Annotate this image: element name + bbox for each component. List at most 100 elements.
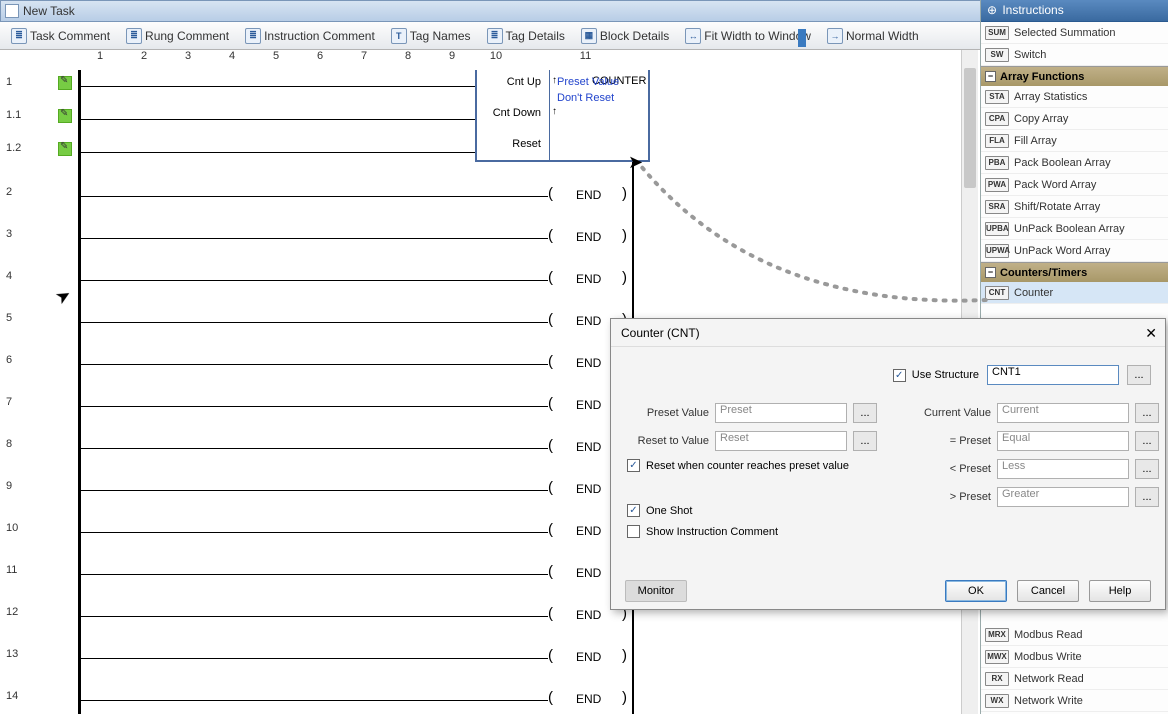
collapse-icon[interactable]: − <box>985 267 996 278</box>
browse-button[interactable]: ... <box>853 431 877 451</box>
block-param[interactable]: Don't Reset <box>557 92 614 104</box>
instruction-item[interactable]: SUMSelected Summation <box>981 22 1168 44</box>
rung-number: 1.2 <box>6 142 21 154</box>
preset-value-field[interactable]: Preset <box>715 403 847 423</box>
scrollbar-thumb[interactable] <box>964 68 976 188</box>
tag-details-label: Tag Details <box>506 29 565 43</box>
help-button[interactable]: Help <box>1089 580 1151 602</box>
group-header-array[interactable]: −Array Functions <box>981 66 1168 86</box>
use-structure-checkbox[interactable]: ✓Use Structure <box>891 365 979 386</box>
lt-preset-field[interactable]: Less <box>997 459 1129 479</box>
instruction-item[interactable]: SRAShift/Rotate Array <box>981 196 1168 218</box>
output-paren: ( <box>548 437 553 454</box>
task-comment-button[interactable]: ≣Task Comment <box>4 25 117 47</box>
comment-icon: ≣ <box>245 28 261 44</box>
instruction-item[interactable]: UPWA UnPack Word Array <box>981 240 1168 262</box>
ok-button[interactable]: OK <box>945 580 1007 602</box>
instruction-item[interactable]: MWXModbus Write <box>981 646 1168 668</box>
rung-number: 11 <box>6 564 17 576</box>
instruction-item[interactable]: SWSwitch <box>981 44 1168 66</box>
end-label: END <box>576 440 601 454</box>
rung[interactable]: 3 ( END ) <box>0 222 978 255</box>
cancel-button[interactable]: Cancel <box>1017 580 1079 602</box>
browse-button[interactable]: ... <box>1135 431 1159 451</box>
col-num: 9 <box>430 50 474 68</box>
rung-wire <box>78 86 478 87</box>
column-header: 1 2 3 4 5 6 7 8 9 10 11 <box>0 50 978 68</box>
instruction-badge: SW <box>985 48 1009 62</box>
output-paren: ) <box>622 689 627 706</box>
end-label: END <box>576 566 601 580</box>
fit-width-button[interactable]: ↔Fit Width to Window <box>678 25 818 47</box>
block-details-button[interactable]: ▦Block Details <box>574 25 676 47</box>
instruction-badge: UPWA <box>985 244 1009 258</box>
edit-icon[interactable] <box>58 76 72 90</box>
reset-to-value-label: Reset to Value <box>625 435 709 447</box>
rung[interactable]: 2 ( END ) <box>0 180 978 213</box>
tag-names-button[interactable]: TTag Names <box>384 25 478 47</box>
end-label: END <box>576 356 601 370</box>
rung-number: 6 <box>6 354 12 366</box>
rung[interactable]: 14 ( END ) <box>0 684 978 714</box>
monitor-button[interactable]: Monitor <box>625 580 687 602</box>
browse-button[interactable]: ... <box>1127 365 1151 385</box>
instruction-label: Modbus Write <box>1014 651 1082 663</box>
tag-details-button[interactable]: ≣Tag Details <box>480 25 572 47</box>
instruction-label: UnPack Word Array <box>1014 245 1110 257</box>
gt-preset-label: > Preset <box>905 491 991 503</box>
instruction-item[interactable]: STAArray Statistics <box>981 86 1168 108</box>
col-num: 7 <box>342 50 386 68</box>
current-value-label: Current Value <box>905 407 991 419</box>
instruction-item[interactable]: MRXModbus Read <box>981 624 1168 646</box>
instruction-label: Copy Array <box>1014 113 1068 125</box>
group-title: Counters/Timers <box>1000 267 1087 279</box>
dialog-close-button[interactable]: ✕ <box>1145 325 1157 342</box>
group-header-counters[interactable]: −Counters/Timers <box>981 262 1168 282</box>
output-paren: ( <box>548 647 553 664</box>
rung[interactable]: 13 ( END ) <box>0 642 978 675</box>
browse-button[interactable]: ... <box>853 403 877 423</box>
rung-wire <box>78 616 548 617</box>
collapse-icon[interactable]: − <box>985 71 996 82</box>
current-value-field[interactable]: Current <box>997 403 1129 423</box>
task-comment-label: Task Comment <box>30 29 110 43</box>
block-param[interactable]: Preset Value <box>557 76 619 88</box>
instruction-label: Counter <box>1014 287 1053 299</box>
instruction-item[interactable]: CPACopy Array <box>981 108 1168 130</box>
eq-preset-field[interactable]: Equal <box>997 431 1129 451</box>
counter-instruction-block[interactable]: Cnt Up ↑ COUNTER Cnt Down ↑ Preset Value… <box>475 70 650 162</box>
browse-button[interactable]: ... <box>1135 487 1159 507</box>
instruction-item[interactable]: CNTCounter <box>981 282 1168 304</box>
browse-button[interactable]: ... <box>1135 403 1159 423</box>
reset-when-checkbox[interactable]: ✓Reset when counter reaches preset value <box>625 455 877 476</box>
block-input-label: Reset <box>481 138 541 150</box>
rung[interactable]: 4 ( END ) <box>0 264 978 297</box>
reset-to-value-field[interactable]: Reset <box>715 431 847 451</box>
instruction-item[interactable]: FLAFill Array <box>981 130 1168 152</box>
dialog-titlebar[interactable]: Counter (CNT) ✕ <box>611 319 1165 347</box>
col-num: 8 <box>386 50 430 68</box>
edit-icon[interactable] <box>58 142 72 156</box>
browse-button[interactable]: ... <box>1135 459 1159 479</box>
instruction-comment-button[interactable]: ≣Instruction Comment <box>238 25 382 47</box>
instruction-badge: STA <box>985 90 1009 104</box>
structure-name-field[interactable]: CNT1 <box>987 365 1119 385</box>
instruction-label: Shift/Rotate Array <box>1014 201 1100 213</box>
end-label: END <box>576 230 601 244</box>
instruction-item[interactable]: UPBAUnPack Boolean Array <box>981 218 1168 240</box>
rung-number: 7 <box>6 396 12 408</box>
one-shot-checkbox[interactable]: ✓One Shot <box>625 500 877 521</box>
cursor-icon: ➤ <box>628 152 643 173</box>
instruction-item[interactable]: PBAPack Boolean Array <box>981 152 1168 174</box>
rung-comment-button[interactable]: ≣Rung Comment <box>119 25 236 47</box>
instruction-item[interactable]: RXNetwork Read <box>981 668 1168 690</box>
edit-icon[interactable] <box>58 109 72 123</box>
lt-preset-label: < Preset <box>905 463 991 475</box>
show-comment-checkbox[interactable]: Show Instruction Comment <box>625 521 877 542</box>
gt-preset-field[interactable]: Greater <box>997 487 1129 507</box>
instruction-badge: MRX <box>985 628 1009 642</box>
instruction-item[interactable]: PWAPack Word Array <box>981 174 1168 196</box>
instruction-item[interactable]: WXNetwork Write <box>981 690 1168 712</box>
dialog-title: Counter (CNT) <box>621 326 700 340</box>
normal-width-button[interactable]: →Normal Width <box>820 25 926 47</box>
